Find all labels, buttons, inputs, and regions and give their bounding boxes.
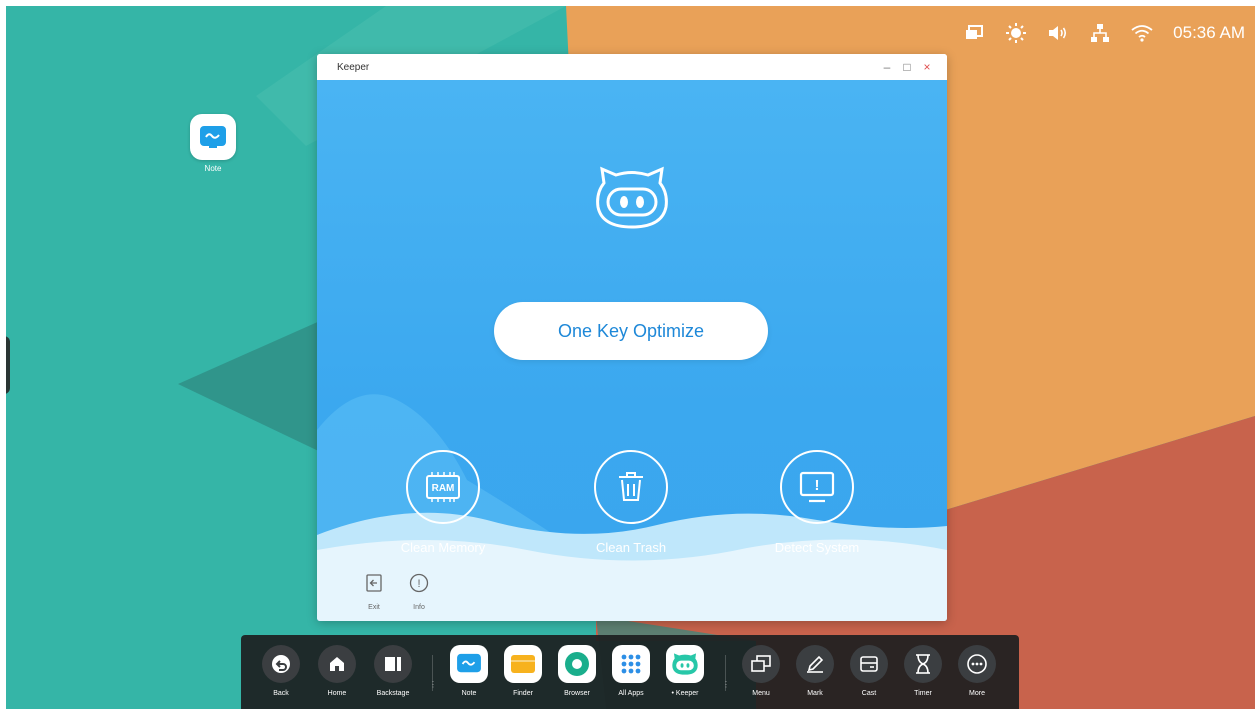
keeper-robot-icon	[596, 166, 668, 229]
feature-label: Clean Memory	[400, 540, 486, 555]
back-icon	[262, 645, 300, 683]
dock-item-all-apps[interactable]: All Apps	[607, 645, 655, 697]
timer-icon	[904, 645, 942, 683]
dock-item-cast[interactable]: Cast	[845, 645, 893, 697]
dock-label: Menu	[752, 690, 770, 697]
dock-item-back[interactable]: Back	[257, 645, 305, 697]
feature-label: Clean Trash	[595, 540, 667, 555]
keeper-window: Keeper – □ × One Key Optimize RAM Clean …	[317, 54, 947, 621]
minimize-button[interactable]: –	[877, 57, 897, 77]
dock-item-keeper[interactable]: • Keeper	[661, 645, 709, 697]
clean-memory-feature[interactable]: RAM Clean Memory	[373, 450, 513, 555]
dock-label: Home	[327, 690, 347, 697]
cast-icon	[850, 645, 888, 683]
info-icon: !	[408, 572, 430, 594]
maximize-button[interactable]: □	[897, 57, 917, 77]
exit-icon	[363, 572, 385, 594]
detect-system-feature[interactable]: ! Detect System	[747, 450, 887, 555]
one-key-optimize-button[interactable]: One Key Optimize	[494, 302, 768, 360]
dock-item-backstage[interactable]: Backstage	[369, 645, 417, 697]
volume-icon[interactable]	[1047, 22, 1069, 44]
dock-label: Finder	[513, 690, 533, 697]
side-drawer-handle[interactable]	[6, 336, 10, 394]
dock-item-browser[interactable]: Browser	[553, 645, 601, 697]
wifi-icon[interactable]	[1131, 22, 1153, 44]
status-bar: 05:36 AM	[963, 20, 1245, 46]
brightness-icon[interactable]	[1005, 22, 1027, 44]
info-action[interactable]: ! Info	[399, 572, 439, 611]
dock-label: Backstage	[376, 690, 410, 697]
more-icon	[958, 645, 996, 683]
dock-label: Browser	[564, 690, 590, 697]
keeper-icon	[666, 645, 704, 683]
clock: 05:36 AM	[1173, 23, 1245, 42]
exit-action[interactable]: Exit	[354, 572, 394, 611]
screen-mirror-icon[interactable]	[963, 22, 985, 44]
dock-label: Note	[461, 690, 477, 697]
dock-item-note[interactable]: Note	[445, 645, 493, 697]
dock-label: All Apps	[618, 690, 644, 697]
all-apps-icon	[612, 645, 650, 683]
keeper-content: One Key Optimize RAM Clean Memory Clean …	[317, 80, 947, 621]
window-title: Keeper	[337, 61, 370, 73]
note-app-icon	[190, 114, 236, 160]
browser-icon	[558, 645, 596, 683]
monitor-alert-icon: !	[780, 450, 854, 524]
dock-grip-icon[interactable]: ⋮	[429, 680, 437, 689]
dock-grip-icon[interactable]: ⋮	[722, 680, 730, 689]
desktop-icon-label: Note	[204, 164, 222, 173]
dock-item-mark[interactable]: Mark	[791, 645, 839, 697]
desktop: Note 05:36 AM Keeper – □ × One Key Optim…	[6, 6, 1255, 709]
backstage-icon	[374, 645, 412, 683]
dock: Back Home Backstage ⋮ Note Finder Browse…	[241, 635, 1019, 709]
info-label: Info	[413, 604, 425, 611]
dock-label: More	[969, 690, 985, 697]
dock-label: Timer	[914, 690, 932, 697]
dock-label: Keeper	[675, 690, 699, 697]
finder-icon	[504, 645, 542, 683]
home-icon	[318, 645, 356, 683]
dock-item-menu[interactable]: Menu	[737, 645, 785, 697]
dock-item-home[interactable]: Home	[313, 645, 361, 697]
dock-item-timer[interactable]: Timer	[899, 645, 947, 697]
feature-label: Detect System	[774, 540, 860, 555]
exit-label: Exit	[368, 604, 380, 611]
ram-icon: RAM	[406, 450, 480, 524]
dock-item-finder[interactable]: Finder	[499, 645, 547, 697]
clean-trash-feature[interactable]: Clean Trash	[561, 450, 701, 555]
dock-label: Mark	[807, 690, 823, 697]
dock-label: Back	[273, 690, 289, 697]
network-icon[interactable]	[1089, 22, 1111, 44]
ram-icon-text: RAM	[432, 483, 455, 494]
menu-icon	[742, 645, 780, 683]
alert-icon-text: !	[815, 477, 820, 494]
trash-icon	[594, 450, 668, 524]
window-titlebar[interactable]: Keeper – □ ×	[317, 54, 947, 80]
note-app-icon	[450, 645, 488, 683]
dock-label-keeper: • Keeper	[671, 690, 699, 697]
dock-item-more[interactable]: More	[953, 645, 1001, 697]
dock-label: Cast	[861, 690, 877, 697]
mark-pen-icon	[796, 645, 834, 683]
desktop-icon-note[interactable]: Note	[190, 114, 236, 173]
info-icon-text: !	[417, 578, 420, 590]
close-button[interactable]: ×	[917, 57, 937, 77]
